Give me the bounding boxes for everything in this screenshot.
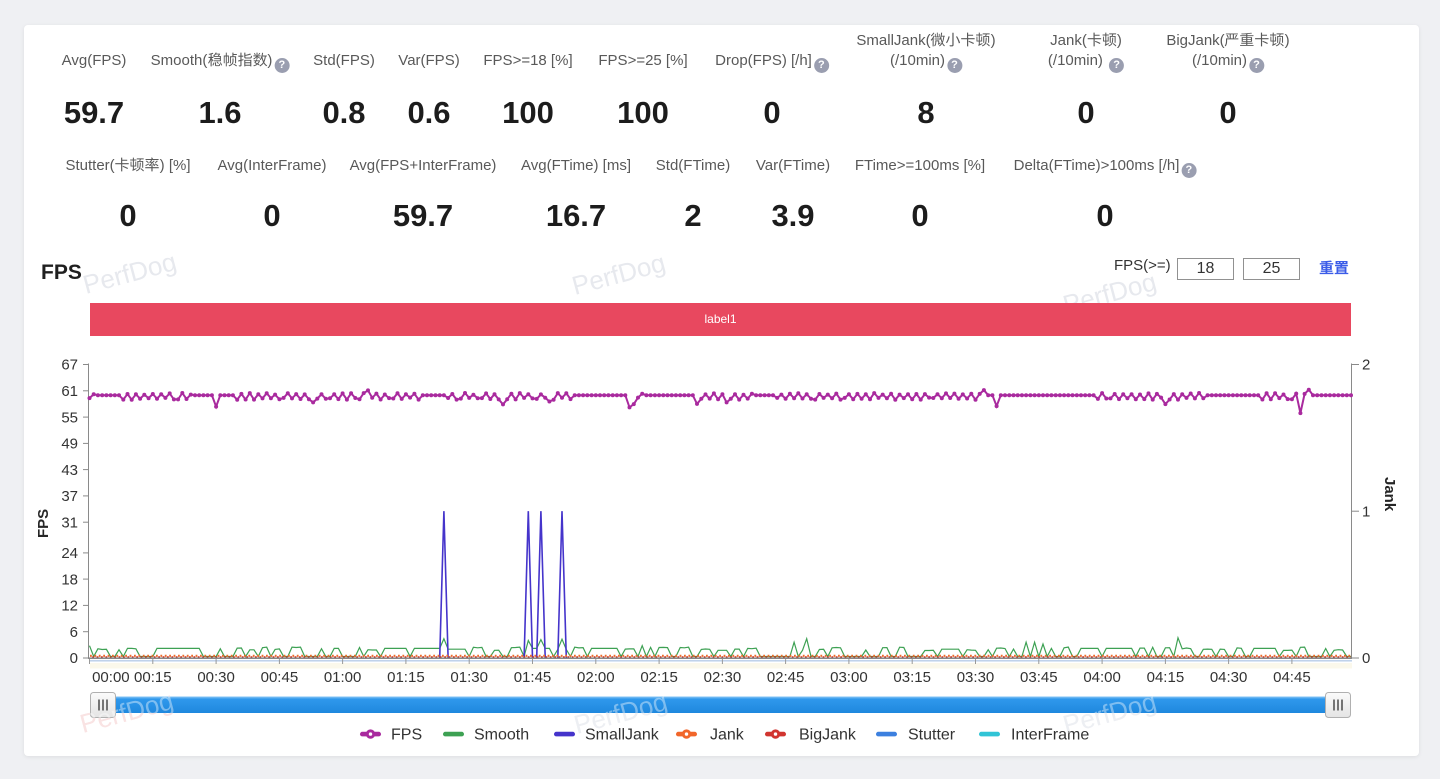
svg-text:01:45: 01:45 — [514, 669, 552, 686]
svg-text:02:45: 02:45 — [767, 669, 805, 686]
svg-text:03:45: 03:45 — [1020, 669, 1058, 686]
svg-text:0: 0 — [70, 650, 78, 667]
svg-text:BigJank: BigJank — [799, 727, 857, 744]
svg-text:Jank: Jank — [710, 727, 745, 744]
svg-text:01:00: 01:00 — [324, 669, 362, 686]
svg-text:00:15: 00:15 — [134, 669, 172, 686]
svg-text:03:30: 03:30 — [957, 669, 995, 686]
svg-text:02:00: 02:00 — [577, 669, 615, 686]
svg-text:18: 18 — [61, 571, 78, 588]
svg-text:6: 6 — [70, 624, 78, 641]
svg-text:02:15: 02:15 — [640, 669, 678, 686]
svg-text:Smooth: Smooth — [474, 727, 529, 744]
svg-text:49: 49 — [61, 436, 78, 453]
svg-text:00:30: 00:30 — [197, 669, 235, 686]
svg-text:37: 37 — [61, 488, 78, 505]
svg-text:55: 55 — [61, 409, 78, 426]
svg-text:01:15: 01:15 — [387, 669, 425, 686]
svg-text:00:45: 00:45 — [261, 669, 299, 686]
svg-text:24: 24 — [61, 545, 78, 562]
svg-text:0: 0 — [1362, 650, 1370, 667]
svg-text:04:00: 04:00 — [1083, 669, 1121, 686]
svg-text:43: 43 — [61, 462, 78, 479]
svg-text:02:30: 02:30 — [704, 669, 742, 686]
svg-text:FPS: FPS — [391, 727, 422, 744]
svg-text:2: 2 — [1362, 357, 1370, 374]
svg-text:04:45: 04:45 — [1273, 669, 1311, 686]
svg-text:67: 67 — [61, 357, 78, 374]
svg-text:12: 12 — [61, 598, 78, 615]
svg-text:01:30: 01:30 — [450, 669, 488, 686]
svg-text:03:00: 03:00 — [830, 669, 868, 686]
svg-text:1: 1 — [1362, 504, 1370, 521]
svg-text:00:00: 00:00 — [92, 669, 130, 686]
svg-text:Jank: Jank — [1381, 477, 1398, 512]
svg-text:03:15: 03:15 — [893, 669, 931, 686]
svg-text:31: 31 — [61, 514, 78, 531]
svg-text:04:30: 04:30 — [1210, 669, 1248, 686]
svg-text:Stutter: Stutter — [908, 727, 956, 744]
svg-text:04:15: 04:15 — [1147, 669, 1185, 686]
svg-text:FPS: FPS — [35, 509, 52, 538]
svg-text:61: 61 — [61, 383, 78, 400]
